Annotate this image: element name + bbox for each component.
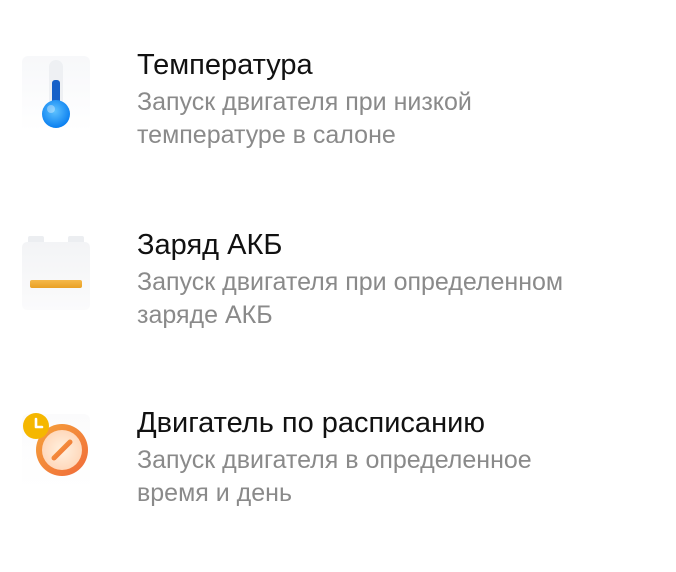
item-subtitle-line: Запуск двигателя при низкой (137, 88, 472, 116)
item-subtitle-line: время и день (137, 479, 292, 507)
item-subtitle: Запуск двигателя в определенное время и … (137, 444, 657, 510)
item-title: Температура (137, 49, 313, 81)
item-subtitle-line: температуре в салоне (137, 121, 396, 149)
item-subtitle-line: заряде АКБ (137, 301, 273, 329)
start-conditions-list: Температура Запуск двигателя при низкой … (0, 0, 676, 572)
thermometer-icon (20, 54, 92, 134)
item-subtitle: Запуск двигателя при низкой температуре … (137, 86, 657, 152)
item-subtitle: Запуск двигателя при определенном заряде… (137, 266, 657, 332)
list-item-battery-charge[interactable]: Заряд АКБ Запуск двигателя при определен… (0, 220, 676, 370)
schedule-clock-icon (20, 412, 92, 492)
list-item-temperature[interactable]: Температура Запуск двигателя при низкой … (0, 40, 676, 190)
battery-icon (20, 234, 92, 314)
item-title: Двигатель по расписанию (137, 407, 486, 439)
item-title: Заряд АКБ (137, 229, 283, 261)
item-subtitle-line: Запуск двигателя в определенное (137, 446, 532, 474)
list-item-schedule[interactable]: Двигатель по расписанию Запуск двигателя… (0, 398, 676, 548)
item-subtitle-line: Запуск двигателя при определенном (137, 268, 564, 296)
